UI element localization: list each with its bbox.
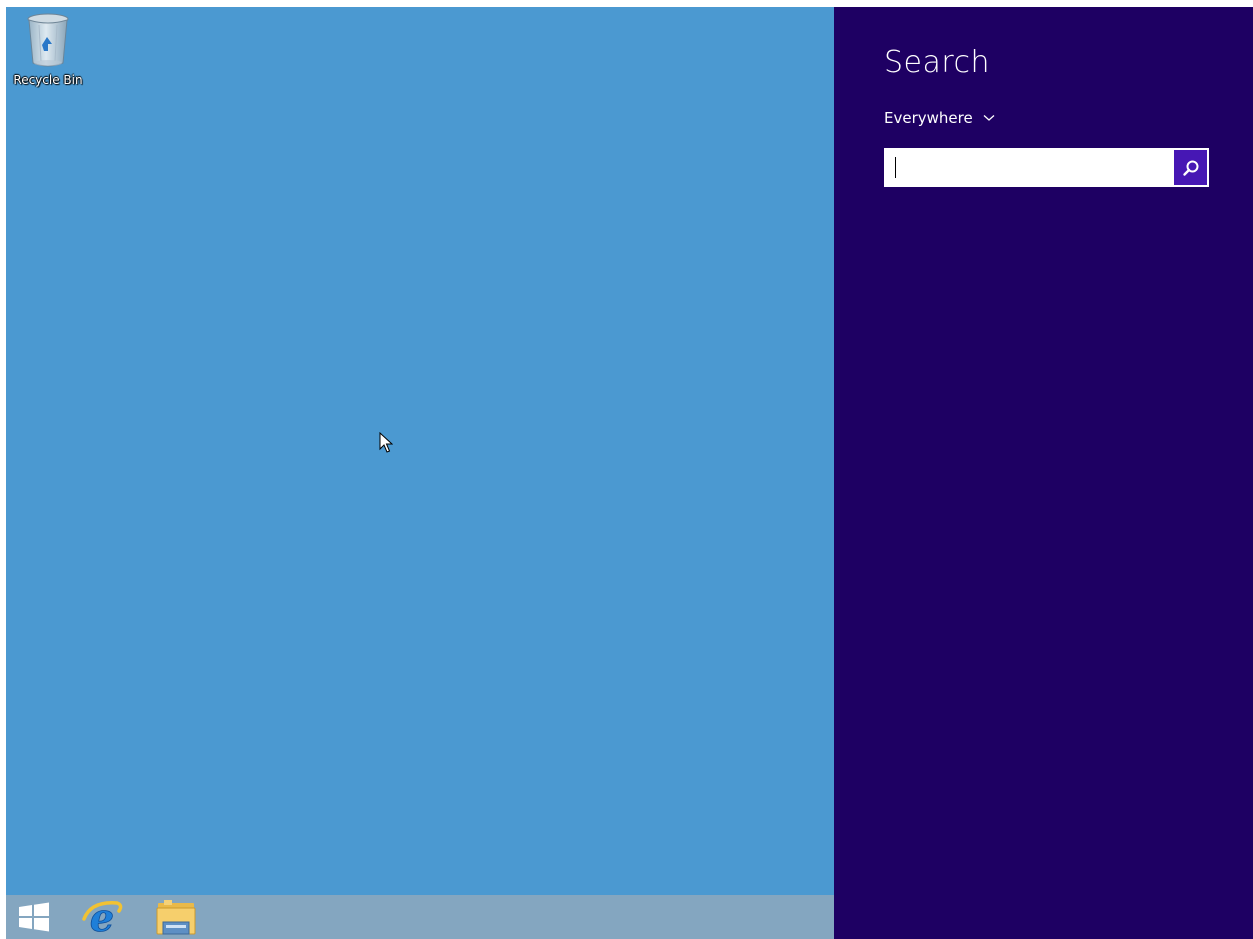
desktop[interactable]: Recycle Bin e [6, 7, 834, 939]
taskbar-file-explorer[interactable] [146, 895, 206, 939]
search-scope-dropdown[interactable]: Everywhere [884, 109, 995, 127]
search-scope-label: Everywhere [884, 109, 973, 127]
folder-icon [156, 900, 196, 935]
screen: Recycle Bin e Search Everywhere [6, 7, 1253, 939]
search-box [884, 148, 1209, 187]
search-input[interactable] [884, 148, 1170, 187]
internet-explorer-icon: e [82, 897, 123, 937]
mouse-pointer-icon [379, 432, 393, 453]
start-button[interactable] [6, 895, 62, 939]
search-button[interactable] [1174, 150, 1207, 185]
taskbar: e [6, 895, 834, 939]
windows-logo-icon [19, 902, 49, 932]
text-caret [895, 157, 896, 178]
recycle-bin-icon [27, 13, 69, 67]
taskbar-internet-explorer[interactable]: e [72, 895, 132, 939]
search-charm-pane: Search Everywhere [834, 7, 1253, 939]
desktop-icon-recycle-bin[interactable]: Recycle Bin [10, 11, 86, 93]
search-charm-title: Search [884, 45, 991, 80]
desktop-icon-label: Recycle Bin [13, 73, 83, 87]
search-icon [1182, 160, 1198, 176]
chevron-down-icon [983, 115, 995, 121]
